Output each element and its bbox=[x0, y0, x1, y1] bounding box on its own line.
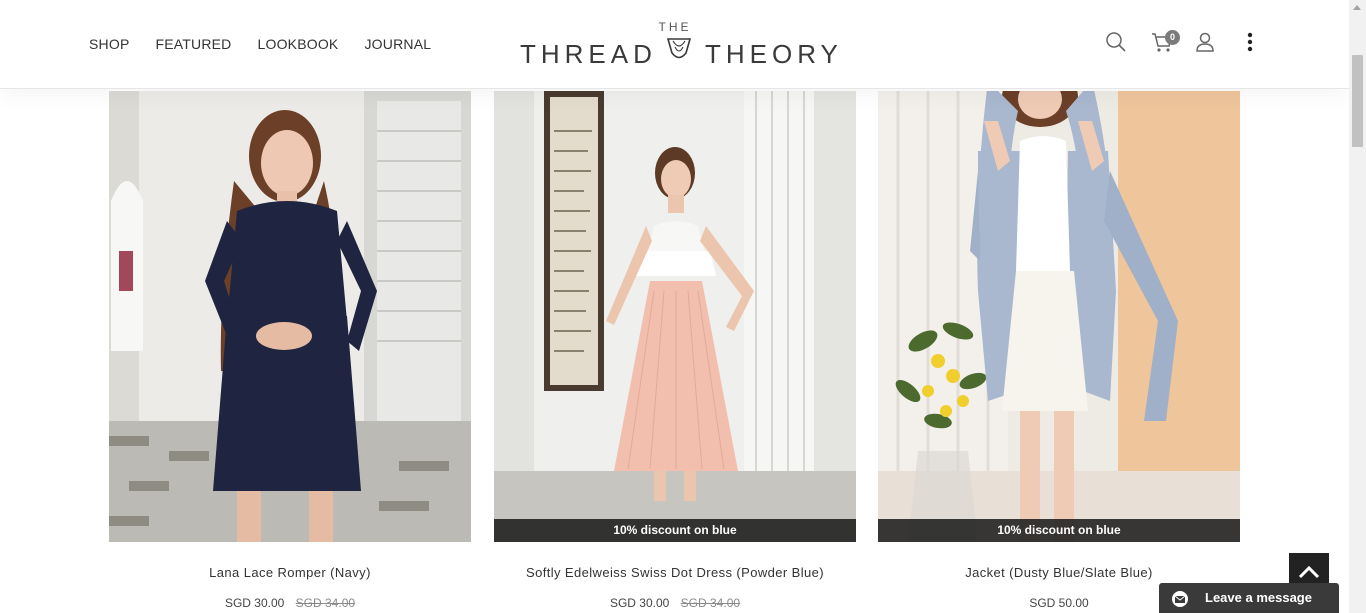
nav-journal[interactable]: JOURNAL bbox=[364, 36, 431, 52]
logo-word-thread: THREAD bbox=[520, 39, 657, 69]
product-name[interactable]: Softly Edelweiss Swiss Dot Dress (Powder… bbox=[494, 565, 856, 580]
product-image[interactable] bbox=[109, 91, 471, 542]
nav-lookbook[interactable]: LOOKBOOK bbox=[258, 36, 339, 52]
mail-icon bbox=[1172, 591, 1188, 607]
logo-emblem-icon bbox=[666, 38, 692, 59]
cart-count-badge: 0 bbox=[1165, 30, 1180, 45]
logo-the: THE bbox=[658, 20, 692, 34]
product-prices: SGD 30.00 SGD 34.00 bbox=[109, 596, 471, 610]
product-price: SGD 50.00 bbox=[1029, 596, 1089, 610]
product-prices: SGD 30.00 SGD 34.00 bbox=[494, 596, 856, 610]
product-image[interactable]: 10% discount on blue bbox=[878, 91, 1240, 542]
discount-badge: 10% discount on blue bbox=[494, 519, 856, 542]
search-icon[interactable] bbox=[1105, 31, 1127, 53]
nav-shop[interactable]: SHOP bbox=[89, 36, 129, 52]
product-old-price: SGD 34.00 bbox=[295, 596, 356, 610]
more-vertical-icon[interactable] bbox=[1239, 31, 1261, 53]
site-header: SHOP FEATURED LOOKBOOK JOURNAL THE THREA… bbox=[0, 0, 1349, 89]
product-name[interactable]: Jacket (Dusty Blue/Slate Blue) bbox=[878, 565, 1240, 580]
product-card[interactable]: 10% discount on blue Jacket (Dusty Blue/… bbox=[878, 91, 1240, 610]
scrollbar-thumb[interactable] bbox=[1352, 55, 1363, 147]
product-card[interactable]: 10% discount on blue Softly Edelweiss Sw… bbox=[494, 91, 856, 610]
main-nav: SHOP FEATURED LOOKBOOK JOURNAL bbox=[89, 36, 431, 52]
scroll-up-arrow-icon[interactable] bbox=[1353, 5, 1361, 10]
user-icon[interactable] bbox=[1194, 31, 1216, 53]
product-price: SGD 30.00 bbox=[609, 596, 670, 610]
chat-label: Leave a message bbox=[1205, 590, 1312, 605]
page-scrollbar[interactable] bbox=[1349, 0, 1366, 613]
product-name[interactable]: Lana Lace Romper (Navy) bbox=[109, 565, 471, 580]
product-card[interactable]: Lana Lace Romper (Navy) SGD 30.00 SGD 34… bbox=[109, 91, 471, 610]
logo-word-theory: THEORY bbox=[705, 39, 843, 69]
product-old-price: SGD 34.00 bbox=[680, 596, 741, 610]
product-price: SGD 30.00 bbox=[224, 596, 285, 610]
discount-badge: 10% discount on blue bbox=[878, 519, 1240, 542]
site-logo[interactable]: THE THREAD THEORY bbox=[518, 20, 838, 70]
chat-widget[interactable]: Leave a message bbox=[1159, 583, 1339, 613]
nav-featured[interactable]: FEATURED bbox=[155, 36, 231, 52]
product-image[interactable]: 10% discount on blue bbox=[494, 91, 856, 542]
